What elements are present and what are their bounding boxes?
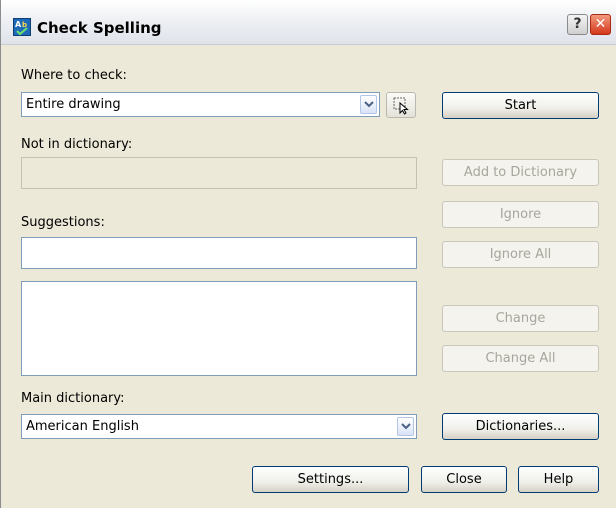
where-to-check-label: Where to check:	[21, 68, 127, 83]
add-to-dictionary-button[interactable]: Add to Dictionary	[442, 159, 599, 186]
close-titlebar-button[interactable]: ✕	[590, 14, 611, 35]
help-button[interactable]: Help	[518, 466, 599, 493]
main-dictionary-select[interactable]: American English	[21, 414, 417, 439]
suggestions-label: Suggestions:	[21, 215, 105, 230]
where-to-check-value: Entire drawing	[26, 97, 121, 112]
dialog-title: Check Spelling	[37, 19, 162, 37]
dictionaries-button[interactable]: Dictionaries...	[442, 413, 599, 440]
start-button[interactable]: Start	[442, 92, 599, 119]
change-all-button[interactable]: Change All	[442, 345, 599, 372]
not-in-dictionary-field	[21, 157, 417, 189]
settings-button[interactable]: Settings...	[252, 466, 409, 493]
check-spelling-dialog: A b Check Spelling ? ✕ Where to check: E…	[0, 0, 616, 508]
ignore-all-button[interactable]: Ignore All	[442, 241, 599, 268]
where-to-check-select[interactable]: Entire drawing	[21, 92, 380, 117]
select-objects-button[interactable]	[386, 92, 416, 118]
close-button[interactable]: Close	[421, 466, 507, 493]
main-dictionary-label: Main dictionary:	[21, 391, 125, 406]
title-bar[interactable]: A b Check Spelling ? ✕	[1, 0, 616, 45]
help-titlebar-button[interactable]: ?	[567, 14, 588, 35]
svg-text:A: A	[15, 20, 22, 29]
suggestion-input[interactable]	[21, 237, 417, 269]
chevron-down-icon[interactable]	[360, 95, 377, 114]
main-dictionary-value: American English	[26, 419, 139, 434]
suggestions-list[interactable]	[21, 281, 417, 376]
chevron-down-icon[interactable]	[397, 417, 414, 436]
ignore-button[interactable]: Ignore	[442, 201, 599, 228]
spell-check-icon: A b	[13, 18, 31, 36]
change-button[interactable]: Change	[442, 305, 599, 332]
not-in-dictionary-label: Not in dictionary:	[21, 137, 133, 152]
